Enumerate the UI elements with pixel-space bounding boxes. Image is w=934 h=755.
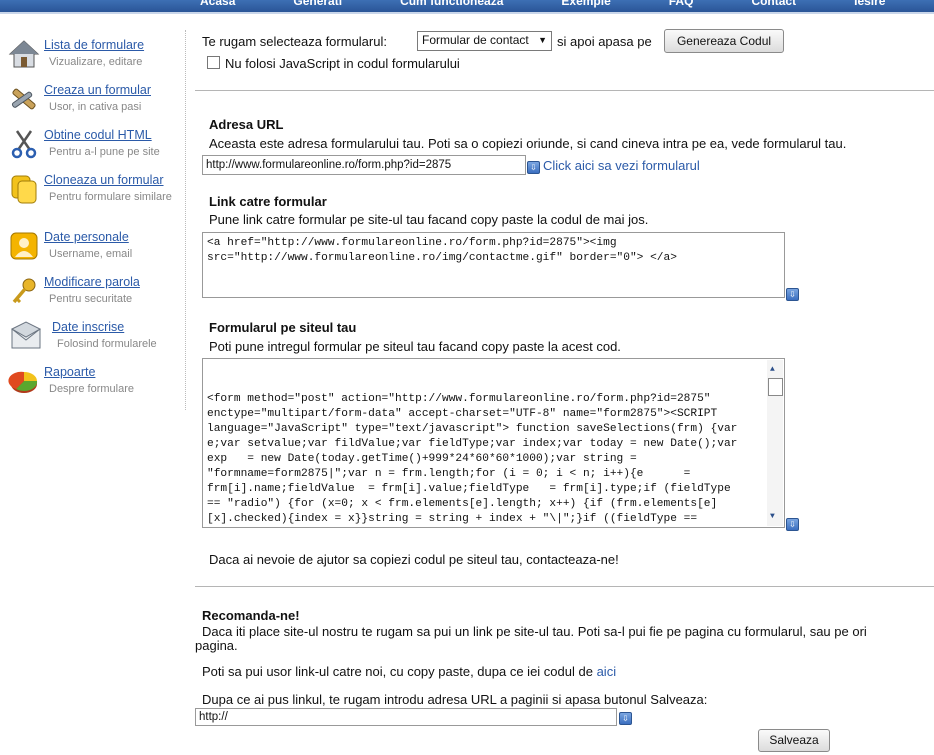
sidebar-item-label[interactable]: Lista de formulare [44,38,144,52]
recommend-description-cont: pagina. [195,638,238,653]
link-section-description: Pune link catre formular pe site-ul tau … [209,212,649,227]
key-icon [12,278,36,304]
sidebar-item-sub: Folosind formularele [57,338,157,350]
sidebar-item-label[interactable]: Creaza un formular [44,83,151,97]
sidebar-item-date-inscrise[interactable]: Date inscrise Folosind formularele [0,316,185,360]
sidebar-item-rapoarte[interactable]: Rapoarte Despre formulare [0,361,185,405]
sidebar-item-label[interactable]: Obtine codul HTML [44,128,152,142]
form-code-textarea[interactable]: <form method="post" action="http://www.f… [202,358,785,528]
copy-icon[interactable]: ⇩ [786,288,799,301]
link-code-textarea[interactable]: <a href="http://www.formulareonline.ro/f… [202,232,785,298]
sidebar-item-label[interactable]: Modificare parola [44,275,140,289]
url-section-description: Aceasta este adresa formularului tau. Po… [209,136,847,151]
form-section-description: Poti pune intregul formular pe siteul ta… [209,339,621,354]
no-javascript-checkbox[interactable] [207,56,220,69]
form-code-scrollbar[interactable]: ▲ ▼ [767,360,783,526]
sidebar-item-lista-formulare[interactable]: Lista de formulare Vizualizare, editare [0,34,185,78]
scroll-up-icon[interactable]: ▲ [770,362,775,377]
sidebar-item-label[interactable]: Date inscrise [52,320,124,334]
sidebar-item-sub: Pentru formulare similare [49,191,172,203]
copy-link-aici[interactable]: aici [597,664,617,679]
select-form-prompt: Te rugam selecteaza formularul: [202,34,387,49]
sidebar-item-sub: Despre formulare [49,383,134,395]
copy-icon[interactable]: ⇩ [619,712,632,725]
recommend-description: Daca iti place site-ul nostru te rugam s… [202,624,867,639]
sidebar-divider [185,30,186,410]
scroll-down-icon[interactable]: ▼ [770,509,775,524]
mail-icon [10,321,42,349]
sidebar-item-modificare-parola[interactable]: Modificare parola Pentru securitate [0,271,185,315]
section-divider [195,586,934,587]
copy-icon[interactable]: ⇩ [527,161,540,174]
generate-code-button[interactable]: Genereaza Codul [664,29,784,53]
copy-link-prefix: Poti sa pui usor link-ul catre noi, cu c… [202,664,593,679]
form-url-field[interactable] [202,155,526,175]
form-section-title: Formularul pe siteul tau [209,320,357,335]
sidebar-item-cloneaza-formular[interactable]: Cloneaza un formular Pentru formulare si… [0,169,185,213]
copy-icon[interactable]: ⇩ [786,518,799,531]
sidebar-item-obtine-cod[interactable]: Obtine codul HTML Pentru a-l pune pe sit… [0,124,185,168]
form-code-text: <form method="post" action="http://www.f… [207,393,738,525]
wrench-icon [11,88,36,110]
house-icon [8,40,40,68]
url-section-title: Adresa URL [209,117,284,132]
sidebar-item-sub: Pentru a-l pune pe site [49,146,160,158]
pie-chart-icon [8,371,38,393]
user-icon [10,232,38,260]
select-form-after: si apoi apasa pe [557,34,652,49]
no-javascript-label: Nu folosi JavaScript in codul formularul… [225,56,460,71]
sidebar-item-creaza-formular[interactable]: Creaza un formular Usor, in cativa pasi [0,79,185,123]
save-button[interactable]: Salveaza [758,729,830,752]
sidebar-item-sub: Usor, in cativa pasi [49,101,142,113]
link-section-title: Link catre formular [209,194,327,209]
sidebar-item-date-personale[interactable]: Date personale Username, email [0,226,185,270]
sidebar-item-sub: Username, email [49,248,133,260]
sidebar-item-sub: Vizualizare, editare [49,56,143,68]
help-text: Daca ai nevoie de ajutor sa copiezi codu… [209,552,619,567]
view-form-link[interactable]: Click aici sa vezi formularul [543,158,700,173]
sidebar-item-sub: Pentru securitate [49,293,133,305]
scrollbar-thumb[interactable] [768,378,783,396]
chevron-down-icon: ▼ [538,35,547,45]
sidebar-item-label[interactable]: Date personale [44,230,129,244]
recommend-title: Recomanda-ne! [202,608,300,623]
main-content: Te rugam selecteaza formularul: Formular… [195,0,934,755]
form-select-dropdown[interactable]: Formular de contact ▼ [417,31,552,51]
section-divider [195,90,934,91]
scissors-icon [11,130,37,159]
clone-icon [11,175,37,204]
sidebar-item-label[interactable]: Cloneaza un formular [44,173,164,187]
recommend-url-input[interactable] [195,708,617,726]
form-select-value: Formular de contact [422,33,529,47]
copy-link-text: Poti sa pui usor link-ul catre noi, cu c… [202,664,616,679]
url-prompt-text: Dupa ce ai pus linkul, te rugam introdu … [202,692,708,707]
sidebar-item-label[interactable]: Rapoarte [44,365,95,379]
